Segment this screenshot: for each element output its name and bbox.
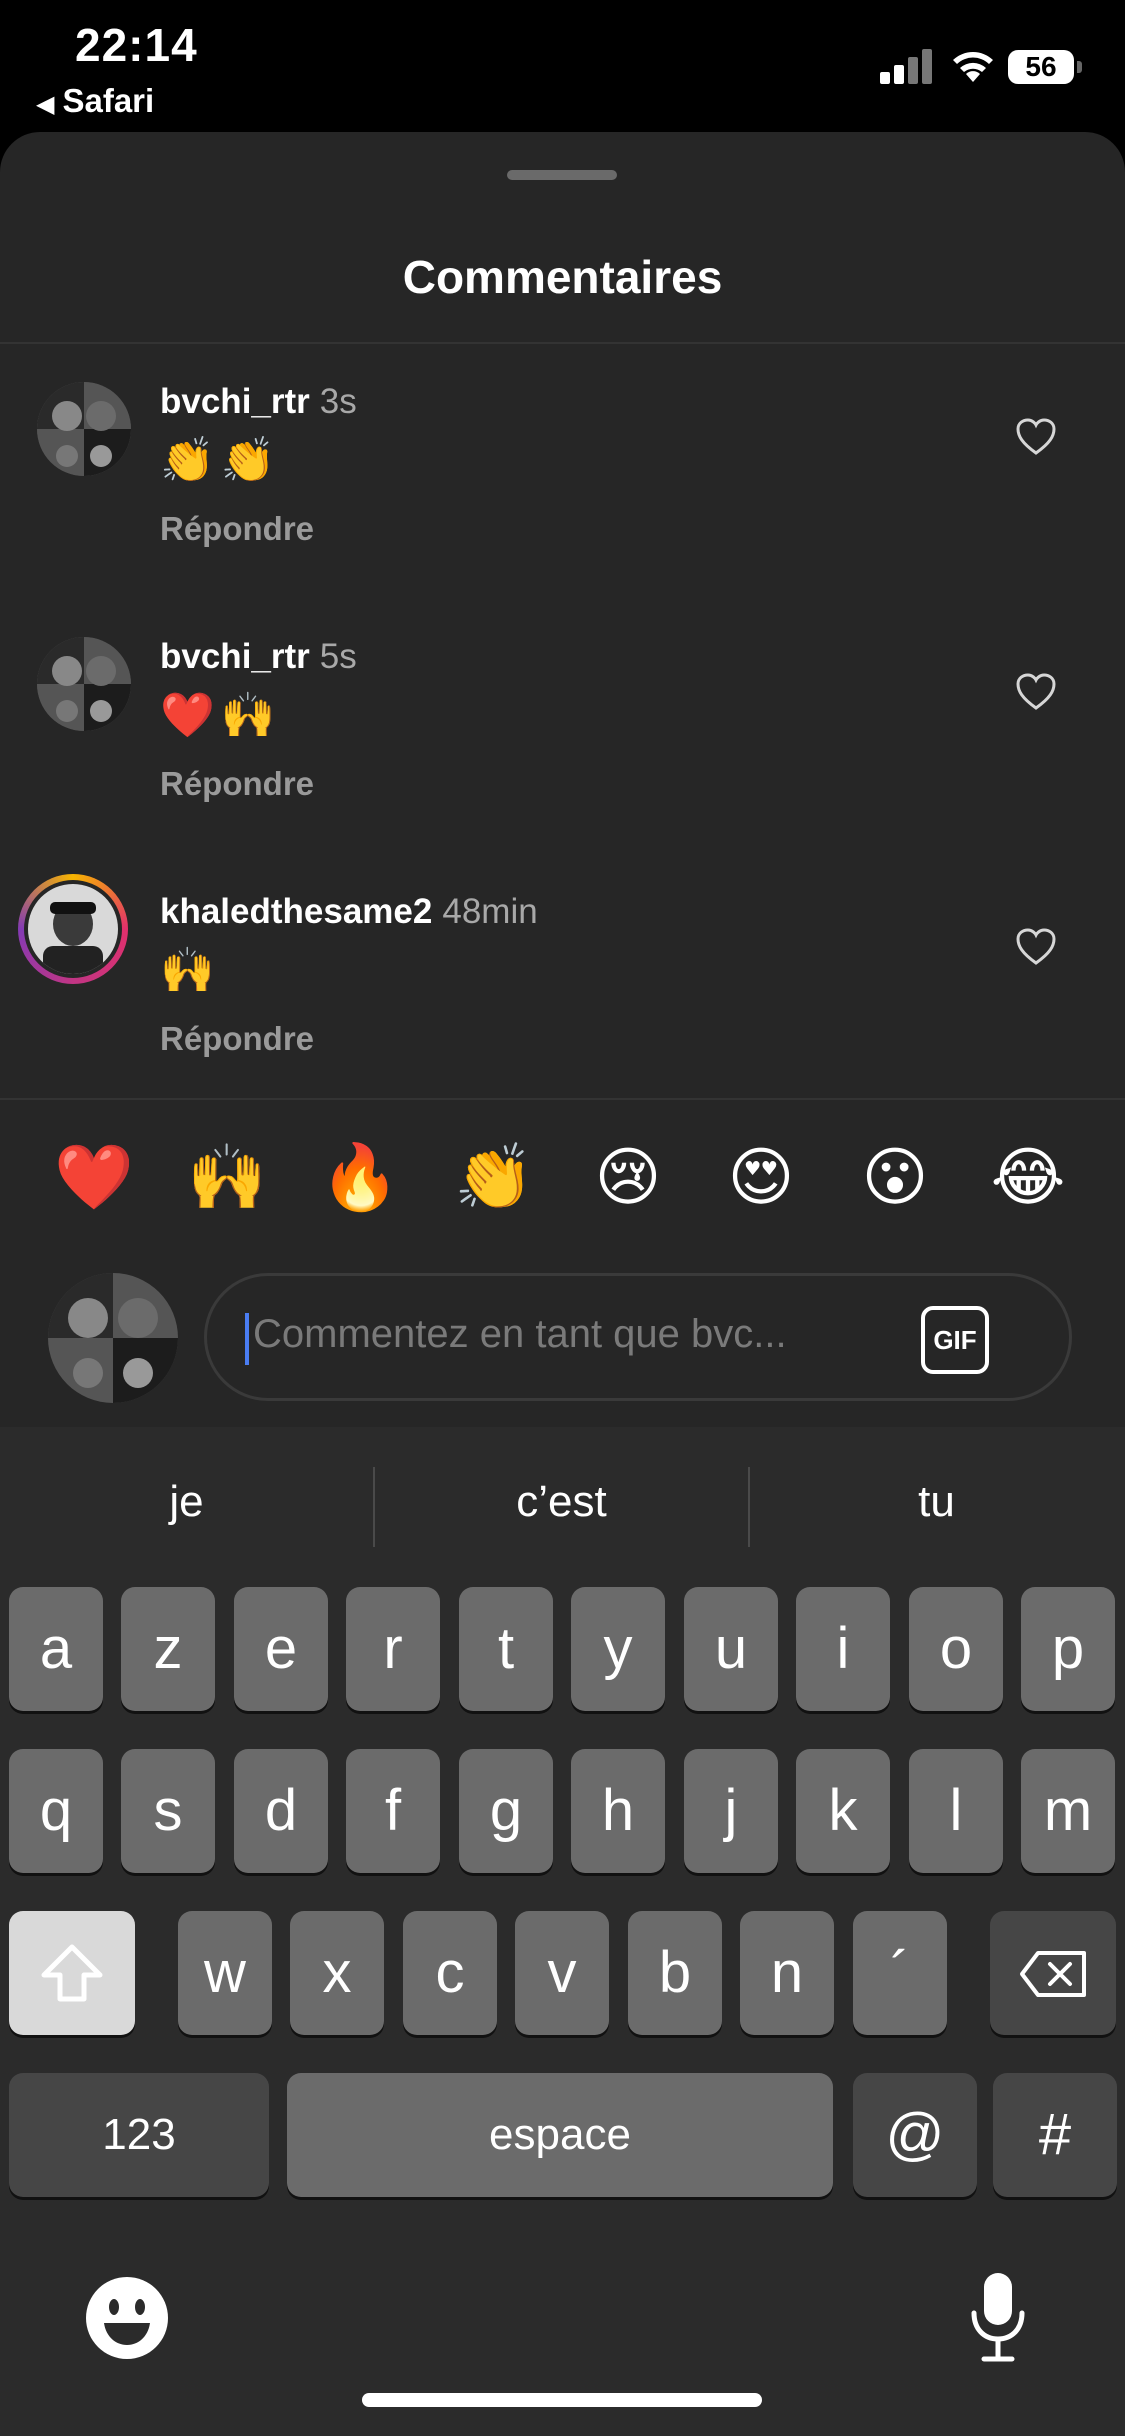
- comment-composer: Commentez en tant que bvc... GIF: [0, 1240, 1125, 1427]
- quick-reactions-bar: ❤️ 🙌 🔥 👏 😢 😍 😮 😂: [0, 1100, 1125, 1240]
- reaction-laughing[interactable]: 😂: [978, 1140, 1078, 1215]
- battery-icon: 56: [1008, 50, 1082, 84]
- reaction-raising-hands[interactable]: 🙌: [177, 1140, 277, 1215]
- avatar[interactable]: [37, 382, 131, 476]
- key-l[interactable]: l: [909, 1749, 1003, 1873]
- hash-key[interactable]: #: [993, 2073, 1117, 2197]
- key-s[interactable]: s: [121, 1749, 215, 1873]
- heart-icon[interactable]: [1016, 928, 1056, 966]
- key-h[interactable]: h: [571, 1749, 665, 1873]
- suggestion-3[interactable]: tu: [750, 1477, 1123, 1527]
- sheet-grabber[interactable]: [507, 170, 617, 180]
- comment-text: ❤️🙌: [160, 691, 282, 740]
- comment-time: 3s: [319, 382, 357, 421]
- delete-key[interactable]: [990, 1911, 1116, 2035]
- key-u[interactable]: u: [684, 1587, 778, 1711]
- key-j[interactable]: j: [684, 1749, 778, 1873]
- key-acute-accent[interactable]: ´: [853, 1911, 947, 2035]
- key-r[interactable]: r: [346, 1587, 440, 1711]
- heart-icon[interactable]: [1016, 673, 1056, 711]
- key-k[interactable]: k: [796, 1749, 890, 1873]
- key-c[interactable]: c: [403, 1911, 497, 2035]
- my-avatar: [48, 1273, 178, 1403]
- title-divider: [0, 342, 1125, 344]
- story-ring-avatar[interactable]: [18, 874, 128, 984]
- comment-input-placeholder: Commentez en tant que bvc...: [253, 1312, 787, 1356]
- reaction-surprised[interactable]: 😮: [845, 1140, 945, 1215]
- text-caret: [245, 1313, 249, 1365]
- reply-button[interactable]: Répondre: [160, 510, 314, 548]
- key-p[interactable]: p: [1021, 1587, 1115, 1711]
- gif-button[interactable]: GIF: [921, 1306, 989, 1374]
- reaction-heart-eyes[interactable]: 😍: [711, 1140, 811, 1215]
- key-f[interactable]: f: [346, 1749, 440, 1873]
- key-q[interactable]: q: [9, 1749, 103, 1873]
- sheet-title: Commentaires: [402, 251, 723, 303]
- key-i[interactable]: i: [796, 1587, 890, 1711]
- suggestion-2[interactable]: c’est: [375, 1477, 748, 1527]
- home-indicator[interactable]: [362, 2393, 762, 2407]
- key-w[interactable]: w: [178, 1911, 272, 2035]
- numbers-key[interactable]: 123: [9, 2073, 269, 2197]
- key-o[interactable]: o: [909, 1587, 1003, 1711]
- space-key[interactable]: espace: [287, 2073, 833, 2197]
- comment-item: bvchi_rtr 3s 👏👏 Répondre: [0, 382, 1125, 602]
- reaction-crying[interactable]: 😢: [578, 1140, 678, 1215]
- backspace-icon: [1020, 1951, 1086, 1997]
- key-a[interactable]: a: [9, 1587, 103, 1711]
- status-bar: 22:14 ◀ Safari 56: [0, 0, 1125, 130]
- key-g[interactable]: g: [459, 1749, 553, 1873]
- cellular-signal-icon: [880, 48, 936, 84]
- comment-item: khaledthesame2 48min 🙌 Répondre: [0, 874, 1125, 1112]
- reaction-heart[interactable]: ❤️: [44, 1140, 144, 1215]
- emoji-icon[interactable]: [84, 2275, 170, 2361]
- back-to-app-link[interactable]: ◀ Safari: [36, 82, 154, 120]
- key-d[interactable]: d: [234, 1749, 328, 1873]
- reply-button[interactable]: Répondre: [160, 765, 314, 803]
- comment-item: bvchi_rtr 5s ❤️🙌 Répondre: [0, 637, 1125, 857]
- back-app-label: Safari: [62, 82, 155, 119]
- shift-key[interactable]: [9, 1911, 135, 2035]
- comment-text: 🙌: [160, 946, 221, 995]
- reaction-fire[interactable]: 🔥: [310, 1140, 410, 1215]
- key-y[interactable]: y: [571, 1587, 665, 1711]
- back-arrow-icon: ◀: [36, 91, 55, 118]
- key-t[interactable]: t: [459, 1587, 553, 1711]
- comment-username[interactable]: bvchi_rtr 3s: [160, 382, 357, 422]
- username-text[interactable]: bvchi_rtr: [160, 637, 310, 676]
- keyboard: je c’est tu a z e r t y u i o p q s d f …: [0, 1427, 1125, 2436]
- reaction-clap[interactable]: 👏: [444, 1140, 544, 1215]
- key-x[interactable]: x: [290, 1911, 384, 2035]
- heart-icon[interactable]: [1016, 418, 1056, 456]
- key-b[interactable]: b: [628, 1911, 722, 2035]
- username-text[interactable]: khaledthesame2: [160, 892, 432, 931]
- reply-button[interactable]: Répondre: [160, 1020, 314, 1058]
- avatar[interactable]: [37, 637, 131, 731]
- at-key[interactable]: @: [853, 2073, 977, 2197]
- microphone-icon[interactable]: [966, 2269, 1030, 2365]
- comment-time: 5s: [319, 637, 357, 676]
- wifi-icon: [953, 52, 993, 82]
- comment-time: 48min: [442, 892, 538, 931]
- key-z[interactable]: z: [121, 1587, 215, 1711]
- comment-username[interactable]: bvchi_rtr 5s: [160, 637, 357, 677]
- key-m[interactable]: m: [1021, 1749, 1115, 1873]
- key-e[interactable]: e: [234, 1587, 328, 1711]
- comment-username[interactable]: khaledthesame2 48min: [160, 892, 538, 932]
- status-time: 22:14: [75, 19, 198, 71]
- suggestion-1[interactable]: je: [0, 1477, 373, 1527]
- key-n[interactable]: n: [740, 1911, 834, 2035]
- shift-icon: [41, 1944, 103, 2002]
- key-v[interactable]: v: [515, 1911, 609, 2035]
- comment-input[interactable]: Commentez en tant que bvc... GIF: [204, 1273, 1072, 1401]
- comment-text: 👏👏: [160, 436, 282, 485]
- username-text[interactable]: bvchi_rtr: [160, 382, 310, 421]
